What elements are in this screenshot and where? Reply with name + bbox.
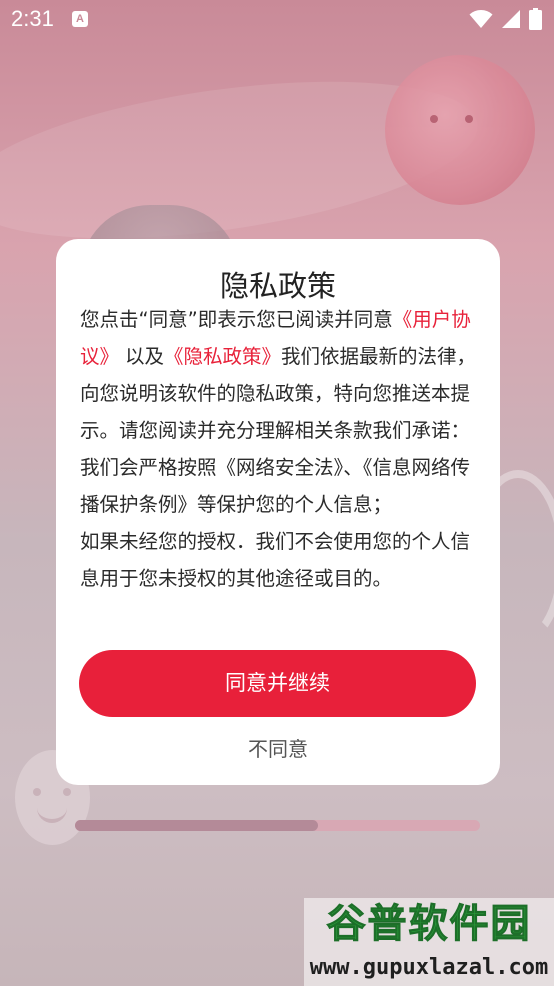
site-watermark: 谷普软件园 www.gupuxlazal.com xyxy=(304,898,554,986)
background-character-decoration xyxy=(385,55,535,205)
dialog-paragraph-consent: 如果未经您的授权．我们不会使用您的个人信息用于您未授权的其他途径或目的。 xyxy=(80,530,471,590)
disagree-button[interactable]: 不同意 xyxy=(228,733,328,763)
battery-icon xyxy=(529,8,542,30)
loading-progress-bar xyxy=(75,820,480,831)
agree-continue-button[interactable]: 同意并继续 xyxy=(79,650,476,717)
status-icons xyxy=(469,8,542,30)
dialog-paragraph-law: 我们会严格按照《网络安全法》、《信息网络传播保护条例》等保护您的个人信息； xyxy=(80,456,471,516)
decoration-eye xyxy=(465,115,473,123)
notification-a-icon: A xyxy=(72,11,88,27)
cellular-signal-icon xyxy=(502,10,520,28)
wifi-icon xyxy=(469,10,493,28)
dialog-title: 隐私政策 xyxy=(219,269,336,303)
decoration-eye xyxy=(63,788,71,796)
splash-screen: 2:31 A 隐私政策 您点击“同意”即表示您已阅读并同意《用户协议》 以及《隐私… xyxy=(0,0,554,986)
decoration-eye xyxy=(430,115,438,123)
status-time: 2:31 xyxy=(11,6,54,31)
privacy-policy-dialog: 隐私政策 您点击“同意”即表示您已阅读并同意《用户协议》 以及《隐私政策》我们依据… xyxy=(56,239,500,785)
decoration-mouth xyxy=(37,805,67,823)
status-bar: 2:31 A xyxy=(0,0,554,42)
intro-text-middle: 以及 xyxy=(125,345,165,368)
loading-progress-fill xyxy=(75,820,318,831)
privacy-policy-link[interactable]: 《隐私政策》 xyxy=(164,345,281,368)
dialog-body: 您点击“同意”即表示您已阅读并同意《用户协议》 以及《隐私政策》我们依据最新的法律… xyxy=(80,301,480,597)
watermark-title: 谷普软件园 xyxy=(326,902,532,948)
intro-text-prefix: 您点击“同意”即表示您已阅读并同意 xyxy=(80,308,393,331)
watermark-url: www.gupuxlazal.com xyxy=(309,955,549,980)
dialog-paragraph-intro: 您点击“同意”即表示您已阅读并同意《用户协议》 以及《隐私政策》我们依据最新的法律… xyxy=(80,301,480,449)
decoration-eye xyxy=(33,788,41,796)
